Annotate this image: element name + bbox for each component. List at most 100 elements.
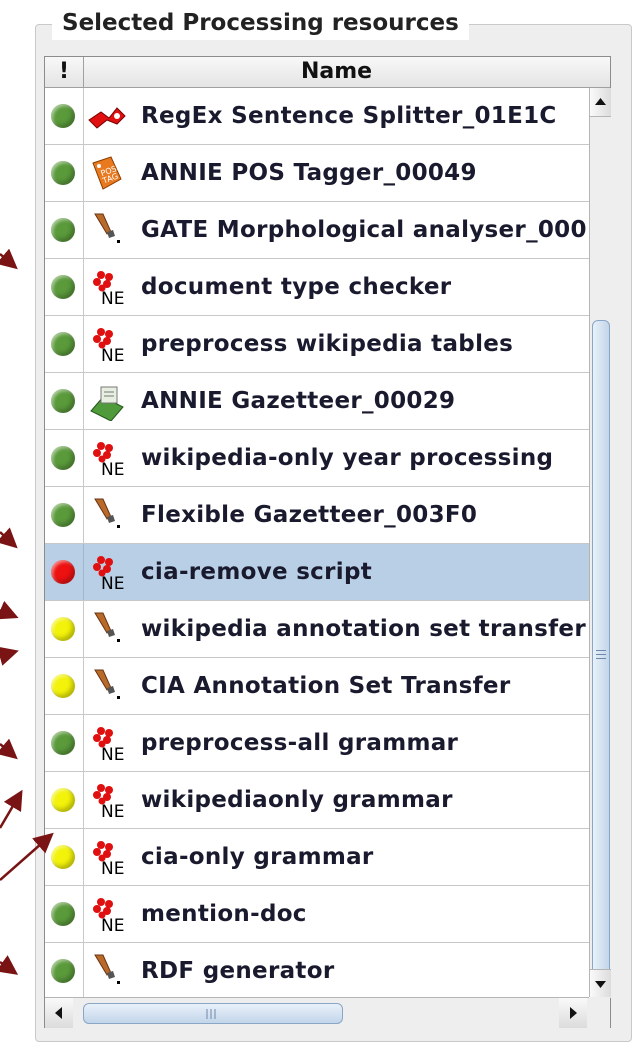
status-dot-icon <box>51 446 75 470</box>
jape-ne-icon: NE <box>87 837 127 879</box>
svg-text:NE: NE <box>101 460 124 478</box>
table-row[interactable]: Flexible Gazetteer_003F0 <box>45 487 589 544</box>
resource-name: wikipedia-only year processing <box>141 445 554 471</box>
resource-name: wikipedia annotation set transfer <box>141 616 586 642</box>
status-cell <box>45 886 84 942</box>
svg-text:NE: NE <box>101 574 124 592</box>
table-row[interactable]: NE mention-doc <box>45 886 589 943</box>
jape-ne-icon: NE <box>87 894 127 936</box>
horizontal-scroll-thumb[interactable] <box>83 1003 343 1024</box>
annotation-arrow <box>0 600 19 620</box>
hammer-icon <box>87 666 127 706</box>
table-row[interactable]: POS TAG ANNIE POS Tagger_00049 <box>45 145 589 202</box>
hammer-icon <box>87 210 127 250</box>
svg-text:NE: NE <box>101 289 124 307</box>
table-row[interactable]: NE document type checker <box>45 259 589 316</box>
scroll-down-button[interactable] <box>590 969 611 998</box>
resource-name: ANNIE Gazetteer_00029 <box>141 388 456 414</box>
arrow-left-icon <box>55 1007 62 1019</box>
status-cell <box>45 544 84 600</box>
svg-text:NE: NE <box>101 802 124 820</box>
resource-name: preprocess-all grammar <box>141 730 459 756</box>
annotation-arrow <box>0 789 23 829</box>
annotation-arrow <box>0 248 18 270</box>
scroll-left-button[interactable] <box>45 998 73 1028</box>
resource-name: wikipediaonly grammar <box>141 787 453 813</box>
table-row[interactable]: NE wikipedia-only year processing <box>45 430 589 487</box>
status-cell <box>45 943 84 997</box>
status-dot-icon <box>51 161 75 185</box>
status-cell <box>45 487 84 543</box>
status-cell <box>45 373 84 429</box>
table-row[interactable]: NE wikipediaonly grammar <box>45 772 589 829</box>
gazetteer-icon <box>87 381 127 422</box>
hammer-icon <box>87 495 127 535</box>
resource-name: GATE Morphological analyser_000 <box>141 217 587 243</box>
status-cell <box>45 772 84 828</box>
panel-title: Selected Processing resources <box>52 6 469 40</box>
status-cell <box>45 145 84 201</box>
table-row[interactable]: CIA Annotation Set Transfer <box>45 658 589 715</box>
jape-ne-icon: NE <box>87 552 127 594</box>
grip-icon <box>206 1009 216 1019</box>
processing-resources-table[interactable]: ! Name RegEx Sentence Splitter_01E1C POS T… <box>44 56 611 1028</box>
table-row[interactable]: ANNIE Gazetteer_00029 <box>45 373 589 430</box>
status-cell <box>45 430 84 486</box>
table-body: RegEx Sentence Splitter_01E1C POS TAG ANNIE… <box>45 88 589 997</box>
resource-name: mention-doc <box>141 901 307 927</box>
status-dot-icon <box>51 845 75 869</box>
status-cell <box>45 316 84 372</box>
jape-ne-icon: NE <box>87 267 127 309</box>
annotation-arrow <box>0 955 19 975</box>
jape-ne-icon: NE <box>87 324 127 366</box>
resource-name: Flexible Gazetteer_003F0 <box>141 502 478 528</box>
scroll-right-button[interactable] <box>559 998 587 1028</box>
table-row[interactable]: NE preprocess-all grammar <box>45 715 589 772</box>
column-header-status[interactable]: ! <box>45 57 84 87</box>
status-dot-icon <box>51 788 75 812</box>
resource-name: RegEx Sentence Splitter_01E1C <box>141 103 557 129</box>
table-row[interactable]: GATE Morphological analyser_000 <box>45 202 589 259</box>
status-cell <box>45 202 84 258</box>
scissors-icon <box>87 96 127 136</box>
column-header-name[interactable]: Name <box>84 57 589 87</box>
status-dot-icon <box>51 674 75 698</box>
annotation-arrow <box>0 527 18 549</box>
status-dot-icon <box>51 389 75 413</box>
status-dot-icon <box>51 332 75 356</box>
hammer-icon <box>87 609 127 649</box>
status-dot-icon <box>51 275 75 299</box>
status-dot-icon <box>51 218 75 242</box>
status-dot-icon <box>51 959 75 983</box>
jape-ne-icon: NE <box>87 438 127 480</box>
pos-tag-icon: POS TAG <box>87 153 127 193</box>
svg-text:NE: NE <box>101 916 124 934</box>
jape-ne-icon: NE <box>87 780 127 822</box>
status-cell <box>45 601 84 657</box>
resource-name: preprocess wikipedia tables <box>141 331 514 357</box>
resource-name: RDF generator <box>141 958 335 984</box>
status-cell <box>45 259 84 315</box>
horizontal-scrollbar[interactable] <box>45 997 610 1028</box>
scroll-up-button[interactable] <box>590 88 611 117</box>
status-cell <box>45 658 84 714</box>
svg-text:NE: NE <box>101 346 124 364</box>
status-dot-icon <box>51 902 75 926</box>
status-cell <box>45 829 84 885</box>
hammer-icon <box>87 951 127 991</box>
table-row[interactable]: NE cia-only grammar <box>45 829 589 886</box>
table-row[interactable]: wikipedia annotation set transfer <box>45 601 589 658</box>
status-cell <box>45 715 84 771</box>
status-dot-icon <box>51 617 75 641</box>
resource-name: cia-remove script <box>141 559 373 585</box>
svg-text:NE: NE <box>101 745 124 763</box>
table-row[interactable]: RegEx Sentence Splitter_01E1C <box>45 88 589 145</box>
arrow-up-icon <box>595 98 606 105</box>
resource-name: document type checker <box>141 274 452 300</box>
table-row[interactable]: NE cia-remove script <box>45 544 589 601</box>
annotation-arrow <box>0 646 19 666</box>
table-row[interactable]: NE preprocess wikipedia tables <box>45 316 589 373</box>
table-row[interactable]: RDF generator <box>45 943 589 997</box>
vertical-scroll-thumb[interactable] <box>592 320 610 992</box>
vertical-scrollbar[interactable] <box>589 88 611 998</box>
